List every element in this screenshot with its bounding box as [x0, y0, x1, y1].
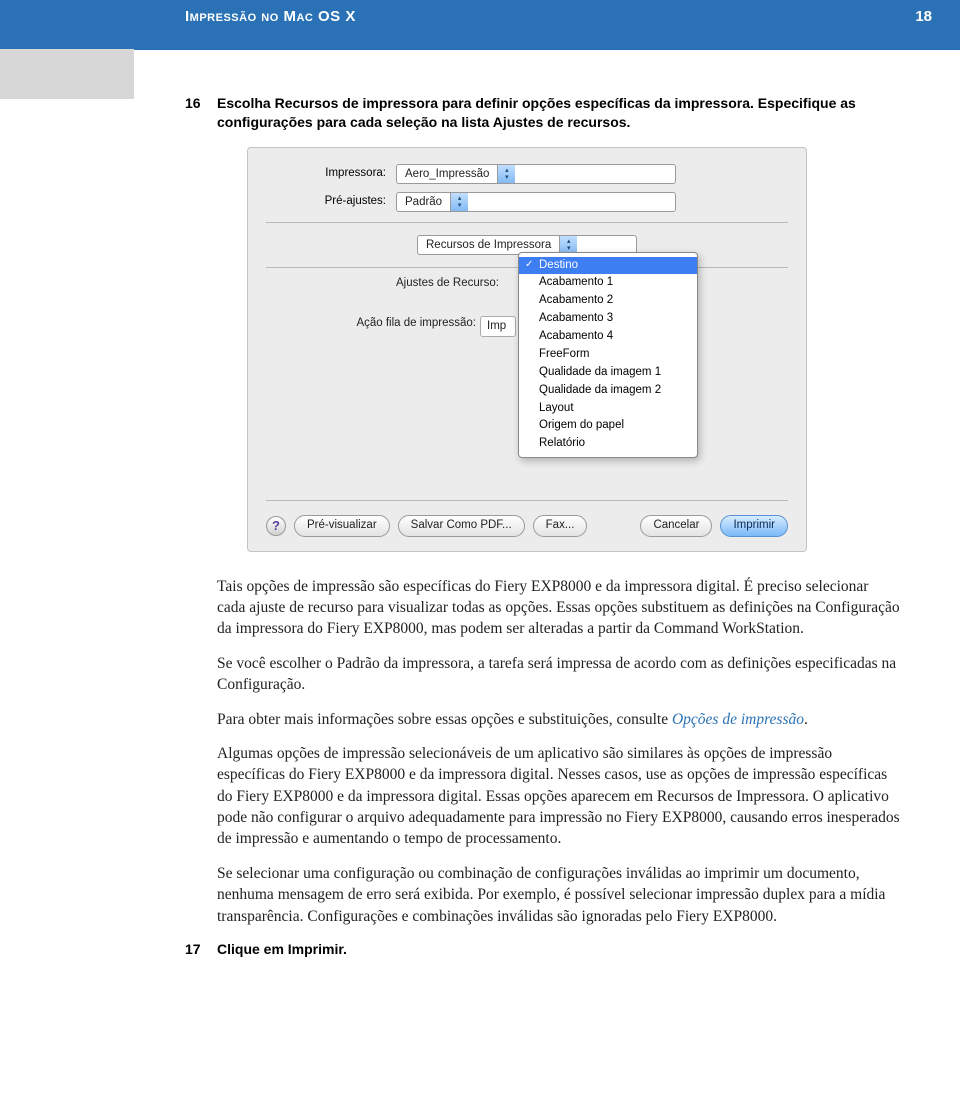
- print-dialog: Impressora: Aero_Impressão ▴▾ Pré-ajuste…: [247, 147, 807, 552]
- label-impressora: Impressora:: [266, 166, 396, 182]
- value-imp[interactable]: Imp: [480, 316, 516, 338]
- menu-item[interactable]: Qualidade da imagem 2: [519, 382, 697, 400]
- menu-item[interactable]: Acabamento 2: [519, 292, 697, 310]
- cancel-button[interactable]: Cancelar: [640, 515, 712, 537]
- paragraph: Para obter mais informações sobre essas …: [217, 709, 900, 730]
- text: Para obter mais informações sobre essas …: [217, 711, 672, 728]
- updown-icon: ▴▾: [450, 192, 468, 212]
- menu-item[interactable]: Acabamento 1: [519, 274, 697, 292]
- page-content: 16 Escolha Recursos de impressora para d…: [185, 50, 900, 959]
- menu-region: Ajustes de Recurso: Ação fila de impress…: [248, 274, 806, 494]
- page-number: 18: [915, 8, 932, 25]
- step-17: 17 Clique em Imprimir.: [185, 940, 900, 959]
- print-button[interactable]: Imprimir: [720, 515, 788, 537]
- menu-item-destino[interactable]: Destino: [519, 257, 697, 275]
- sidebar-tab: [0, 49, 134, 99]
- paragraph: Se selecionar uma configuração ou combin…: [217, 863, 900, 927]
- menu-item[interactable]: Relatório: [519, 435, 697, 453]
- select-value: Padrão: [397, 192, 450, 212]
- paragraph: Se você escolher o Padrão da impressora,…: [217, 653, 900, 696]
- menu-item[interactable]: Qualidade da imagem 1: [519, 364, 697, 382]
- paragraph: Tais opções de impressão são específicas…: [217, 576, 900, 640]
- menu-item[interactable]: Layout: [519, 400, 697, 418]
- updown-icon: ▴▾: [497, 164, 515, 184]
- label-ajustes: Ajustes de Recurso:: [396, 276, 516, 292]
- step-16: 16 Escolha Recursos de impressora para d…: [185, 94, 900, 133]
- row-preajustes: Pré-ajustes: Padrão ▴▾: [248, 188, 806, 216]
- select-impressora[interactable]: Aero_Impressão ▴▾: [396, 164, 676, 184]
- link-opcoes-impressao[interactable]: Opções de impressão: [672, 711, 804, 728]
- paragraph: Algumas opções de impressão selecionávei…: [217, 743, 900, 850]
- fax-button[interactable]: Fax...: [533, 515, 588, 537]
- label-preajustes: Pré-ajustes:: [266, 194, 396, 210]
- ajustes-menu[interactable]: Destino Acabamento 1 Acabamento 2 Acabam…: [518, 252, 698, 458]
- help-button[interactable]: ?: [266, 516, 286, 536]
- step-number: 17: [185, 940, 201, 959]
- step-number: 16: [185, 94, 201, 113]
- step-text: Escolha Recursos de impressora para defi…: [217, 95, 856, 130]
- preview-button[interactable]: Pré-visualizar: [294, 515, 390, 537]
- dialog-footer: ? Pré-visualizar Salvar Como PDF... Fax.…: [248, 507, 806, 537]
- step-text: Clique em Imprimir.: [217, 941, 347, 957]
- divider: [266, 500, 788, 501]
- text: .: [804, 711, 808, 728]
- page-header: Impressão no Mac OS X 18: [0, 0, 960, 50]
- menu-item[interactable]: Acabamento 4: [519, 328, 697, 346]
- header-title: Impressão no Mac OS X: [185, 8, 356, 25]
- menu-item[interactable]: Origem do papel: [519, 417, 697, 435]
- save-pdf-button[interactable]: Salvar Como PDF...: [398, 515, 525, 537]
- divider: [266, 222, 788, 223]
- row-impressora: Impressora: Aero_Impressão ▴▾: [248, 160, 806, 188]
- select-preajustes[interactable]: Padrão ▴▾: [396, 192, 676, 212]
- menu-item[interactable]: Acabamento 3: [519, 310, 697, 328]
- menu-item[interactable]: FreeForm: [519, 346, 697, 364]
- label-acao: Ação fila de impressão:: [266, 316, 476, 332]
- select-value: Aero_Impressão: [397, 164, 497, 184]
- body-text: Tais opções de impressão são específicas…: [217, 576, 900, 927]
